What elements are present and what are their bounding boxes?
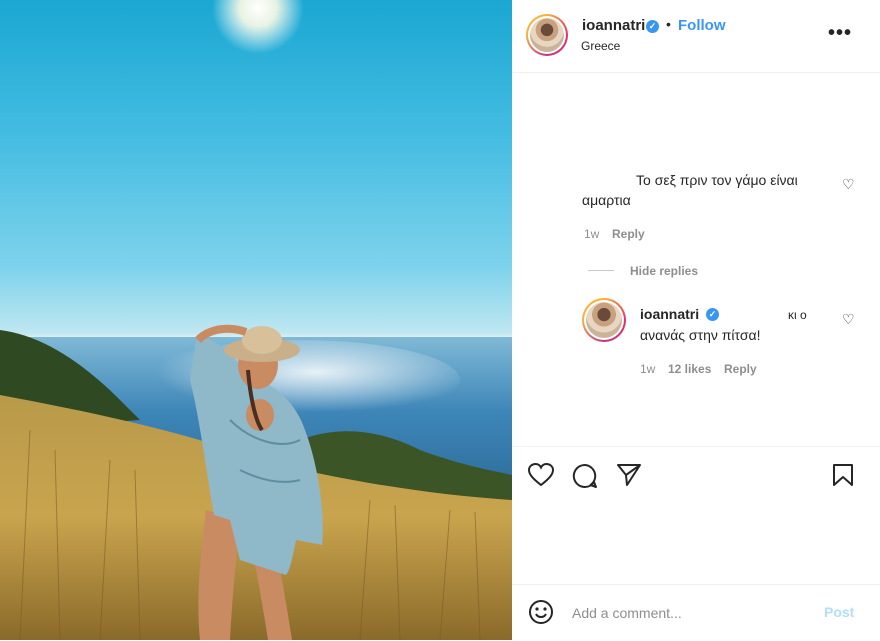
- follow-button[interactable]: Follow: [678, 17, 726, 34]
- add-comment-bar: Post: [512, 584, 880, 641]
- reply-author-avatar[interactable]: [582, 298, 626, 342]
- post-photo[interactable]: [0, 0, 512, 640]
- post-comment-button[interactable]: Post: [824, 604, 854, 620]
- sun: [212, 0, 304, 54]
- photo-scene: [0, 0, 512, 640]
- heart-icon[interactable]: [527, 462, 555, 492]
- share-icon[interactable]: [616, 463, 642, 492]
- reply-like-heart-icon[interactable]: ♡: [842, 311, 855, 328]
- author-username[interactable]: ioannatri: [582, 17, 645, 34]
- author-avatar[interactable]: [526, 14, 568, 56]
- post-side-panel: ioannatri ✓ • Follow Greece ••• Το σεξ π…: [512, 0, 880, 640]
- comment-input[interactable]: [570, 601, 804, 625]
- reply-likes-count[interactable]: 12 likes: [668, 362, 711, 376]
- post-location[interactable]: Greece: [581, 39, 620, 53]
- reply-text-line2: ανανάς στην πίτσα!: [640, 327, 761, 343]
- post-actions-bar: [512, 446, 880, 503]
- post-header: ioannatri ✓ • Follow Greece •••: [512, 0, 880, 73]
- comment-reply-button[interactable]: Reply: [612, 227, 645, 241]
- smiley-icon[interactable]: [528, 599, 554, 630]
- reply-verified-badge-icon: ✓: [706, 308, 719, 321]
- hide-replies-line: [588, 270, 614, 271]
- comment-time: 1w: [584, 227, 600, 241]
- reply-text-line1: κι ο: [788, 308, 807, 322]
- comment-text-line1: Το σεξ πριν τον γάμο είναι: [636, 172, 798, 188]
- more-options-icon[interactable]: •••: [828, 22, 852, 45]
- sea-glare: [140, 340, 460, 420]
- verified-badge-icon: ✓: [646, 20, 659, 33]
- reply-time: 1w: [640, 362, 656, 376]
- comment-like-heart-icon[interactable]: ♡: [842, 176, 855, 193]
- comment-icon[interactable]: [572, 463, 598, 494]
- bookmark-icon[interactable]: [832, 463, 854, 492]
- reply-reply-button[interactable]: Reply: [724, 362, 757, 376]
- reply-author-username[interactable]: ioannatri: [640, 306, 699, 322]
- hide-replies-button[interactable]: Hide replies: [630, 264, 698, 278]
- comment-text-line2: αμαρτια: [582, 192, 631, 208]
- separator-dot: •: [666, 16, 671, 32]
